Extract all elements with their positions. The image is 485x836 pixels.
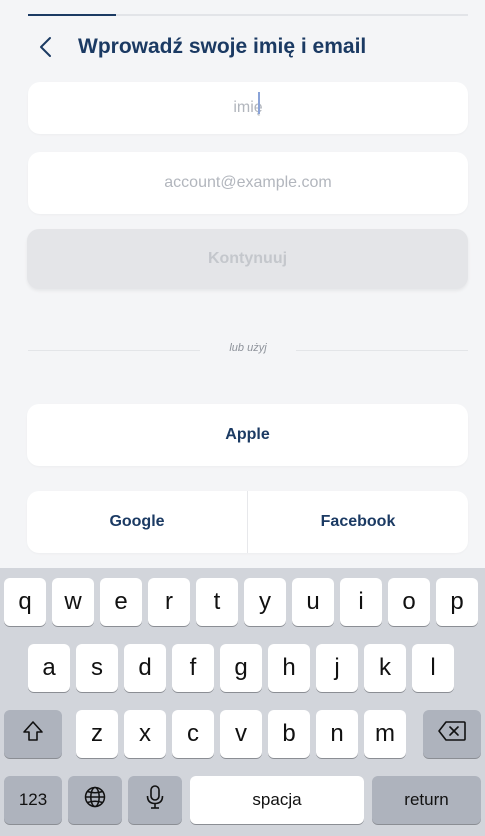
key-h[interactable]: h bbox=[268, 644, 310, 692]
key-s[interactable]: s bbox=[76, 644, 118, 692]
key-u[interactable]: u bbox=[292, 578, 334, 626]
email-field[interactable] bbox=[28, 152, 468, 214]
name-field[interactable] bbox=[28, 82, 468, 134]
progress-bar-fill bbox=[28, 14, 116, 16]
globe-icon bbox=[83, 785, 107, 816]
key-c[interactable]: c bbox=[172, 710, 214, 758]
key-g[interactable]: g bbox=[220, 644, 262, 692]
key-d[interactable]: d bbox=[124, 644, 166, 692]
key-l[interactable]: l bbox=[412, 644, 454, 692]
key-z[interactable]: z bbox=[76, 710, 118, 758]
shift-key[interactable] bbox=[4, 710, 62, 758]
numbers-key[interactable]: 123 bbox=[4, 776, 62, 824]
key-f[interactable]: f bbox=[172, 644, 214, 692]
google-button[interactable]: Google bbox=[27, 491, 247, 553]
key-o[interactable]: o bbox=[388, 578, 430, 626]
progress-bar bbox=[28, 14, 468, 16]
key-y[interactable]: y bbox=[244, 578, 286, 626]
divider-line-left bbox=[28, 350, 200, 351]
text-caret bbox=[258, 92, 260, 114]
shift-icon bbox=[21, 719, 45, 750]
delete-key[interactable] bbox=[423, 710, 481, 758]
key-a[interactable]: a bbox=[28, 644, 70, 692]
key-n[interactable]: n bbox=[316, 710, 358, 758]
key-w[interactable]: w bbox=[52, 578, 94, 626]
divider-line-right bbox=[296, 350, 468, 351]
continue-button[interactable]: Kontynuuj bbox=[27, 229, 468, 289]
key-m[interactable]: m bbox=[364, 710, 406, 758]
return-key[interactable]: return bbox=[372, 776, 481, 824]
key-t[interactable]: t bbox=[196, 578, 238, 626]
microphone-icon bbox=[145, 784, 165, 817]
divider-label: lub użyj bbox=[229, 342, 267, 354]
backspace-icon bbox=[437, 720, 467, 749]
key-j[interactable]: j bbox=[316, 644, 358, 692]
social-split-card: Google Facebook bbox=[27, 491, 468, 553]
key-k[interactable]: k bbox=[364, 644, 406, 692]
key-b[interactable]: b bbox=[268, 710, 310, 758]
dictation-key[interactable] bbox=[128, 776, 182, 824]
key-i[interactable]: i bbox=[340, 578, 382, 626]
page-title: Wprowadź swoje imię i email bbox=[78, 35, 367, 58]
apple-button[interactable]: Apple bbox=[27, 404, 468, 466]
key-v[interactable]: v bbox=[220, 710, 262, 758]
chevron-left-icon[interactable] bbox=[34, 32, 58, 62]
key-e[interactable]: e bbox=[100, 578, 142, 626]
key-q[interactable]: q bbox=[4, 578, 46, 626]
globe-key[interactable] bbox=[68, 776, 122, 824]
key-x[interactable]: x bbox=[124, 710, 166, 758]
keyboard: q w e r t y u i o p a s d f g h j k l z … bbox=[0, 568, 485, 836]
space-key[interactable]: spacja bbox=[190, 776, 364, 824]
key-r[interactable]: r bbox=[148, 578, 190, 626]
facebook-button[interactable]: Facebook bbox=[248, 491, 468, 553]
email-input[interactable] bbox=[28, 152, 468, 214]
name-input[interactable] bbox=[28, 82, 468, 134]
key-p[interactable]: p bbox=[436, 578, 478, 626]
header: Wprowadź swoje imię i email bbox=[0, 28, 485, 68]
